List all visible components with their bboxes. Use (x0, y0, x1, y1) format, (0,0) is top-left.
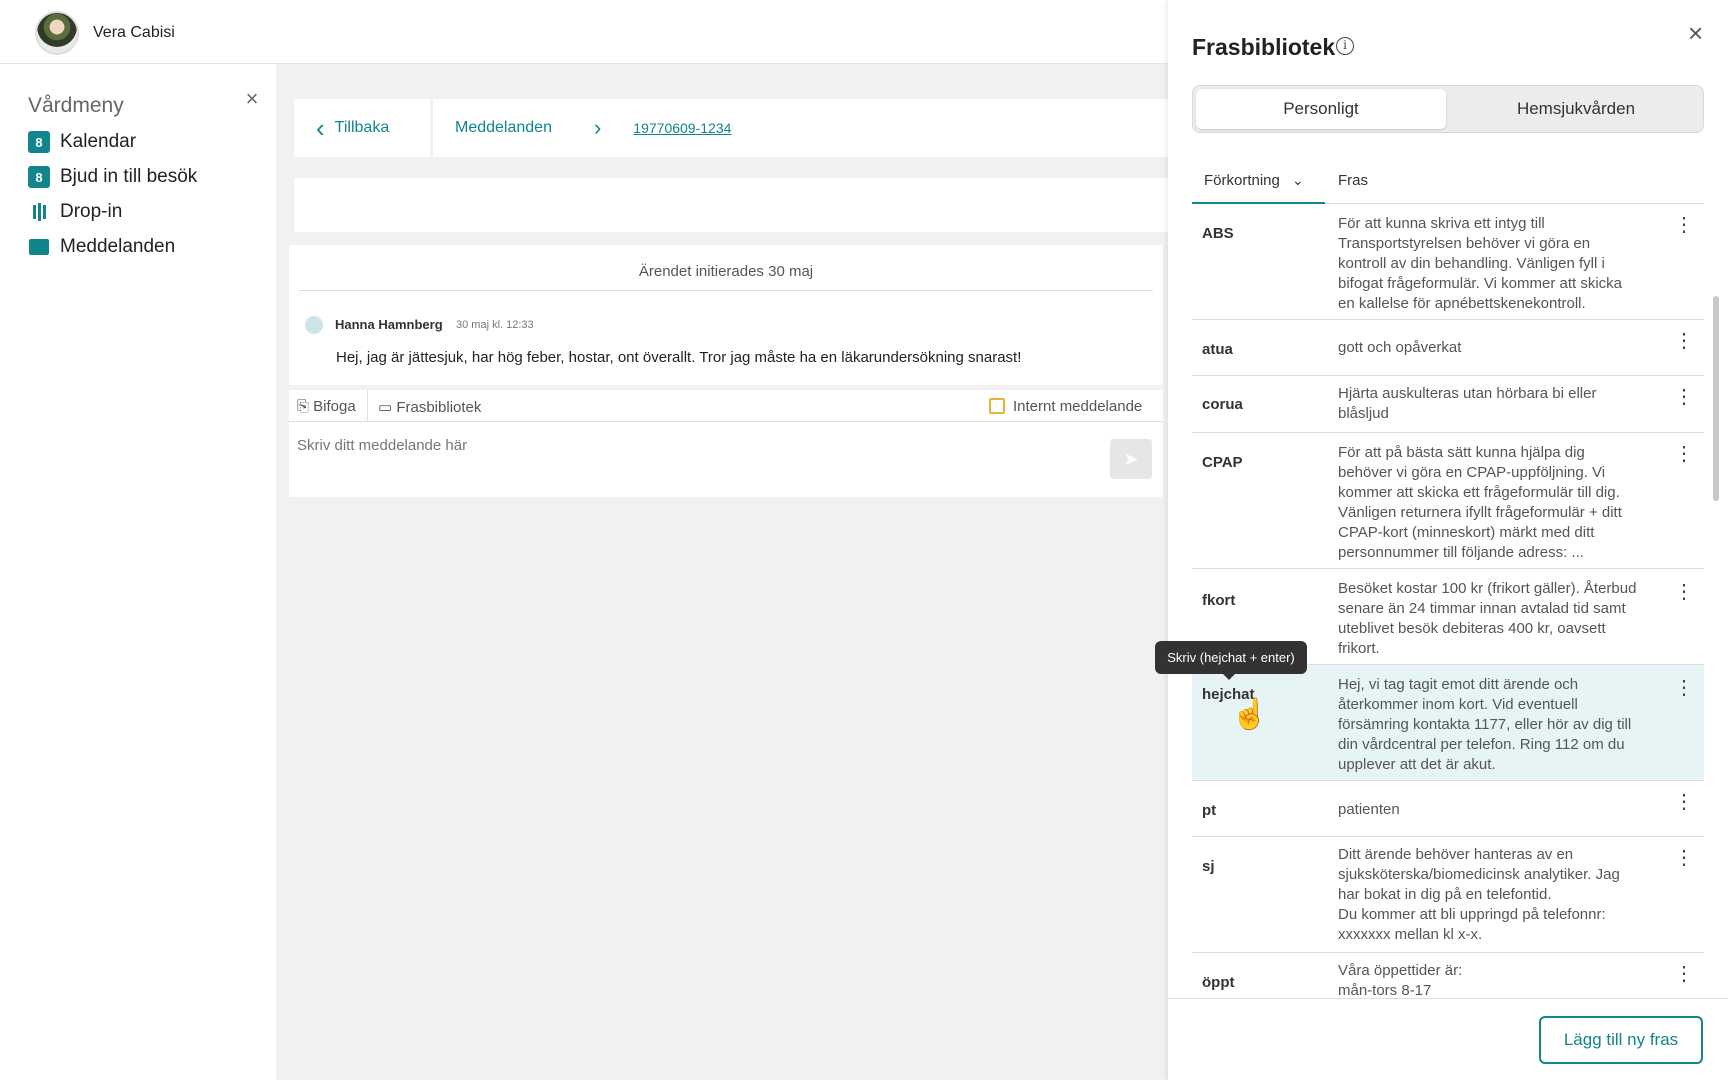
more-icon[interactable]: ⋮ (1674, 792, 1694, 812)
sidebar-item-label: Drop-in (60, 201, 123, 222)
close-icon[interactable]: × (1688, 18, 1703, 49)
chevron-right-icon: › (593, 115, 602, 140)
row-phrase: Besöket kostar 100 kr (frikort gäller). … (1338, 580, 1637, 657)
phrase-library-panel: Frasbibliotek i × Personligt Hemsjukvård… (1168, 0, 1728, 1080)
more-icon[interactable]: ⋮ (1674, 964, 1694, 984)
table-row[interactable]: öppt Våra öppettider är: mån-tors 8-17 ⋮ (1192, 953, 1704, 998)
calendar-invite-icon: 8 (28, 166, 50, 188)
column-header-abbr-label: Förkortning (1204, 172, 1280, 189)
row-abbr: sj (1202, 858, 1215, 875)
row-phrase: patienten (1338, 801, 1400, 818)
sidebar-close-icon[interactable]: × (240, 88, 264, 120)
sidebar: Vårdmeny × 8 Kalendar 8 Bjud in till bes… (0, 64, 276, 1080)
breadcrumb-current[interactable]: 19770609-1234 (633, 120, 731, 136)
row-phrase: Hjärta auskulteras utan hörbara bi eller… (1338, 385, 1597, 422)
more-icon[interactable]: ⋮ (1674, 387, 1694, 407)
breadcrumb-path: Meddelanden › 19770609-1234 (433, 99, 1173, 157)
row-abbr: atua (1202, 341, 1233, 358)
table-row[interactable]: atua gott och opåverkat ⋮ (1192, 320, 1704, 376)
message-time: 30 maj kl. 12:33 (456, 319, 534, 331)
row-phrase: Våra öppettider är: mån-tors 8-17 (1338, 962, 1463, 998)
row-phrase: Hej, vi tag tagit emot ditt ärende och å… (1338, 676, 1632, 773)
row-abbr: ABS (1202, 225, 1234, 242)
internal-message-label[interactable]: Internt meddelande (1013, 398, 1142, 415)
chevron-down-icon: ⌄ (1292, 172, 1304, 188)
more-icon[interactable]: ⋮ (1674, 215, 1694, 235)
table-row-highlighted[interactable]: hejchat Hej, vi tag tagit emot ditt ären… (1192, 665, 1704, 781)
sidebar-title: Vårdmeny (28, 94, 124, 117)
table-row[interactable]: corua Hjärta auskulteras utan hörbara bi… (1192, 376, 1704, 433)
row-abbr: pt (1202, 802, 1217, 819)
panel-footer: Lägg till ny fras (1168, 998, 1728, 1080)
back-label: Tillbaka (334, 119, 390, 136)
row-abbr: fkort (1202, 592, 1236, 609)
send-icon: ➤ (1123, 448, 1139, 469)
tooltip: Skriv (hejchat + enter) (1155, 641, 1307, 680)
library-tabs: Personligt Hemsjukvården (1192, 85, 1704, 133)
internal-message-checkbox[interactable] (989, 398, 1005, 414)
send-button[interactable]: ➤ (1110, 439, 1152, 479)
sidebar-item-drop-in[interactable]: Drop-in (28, 197, 122, 227)
panel-title: Frasbibliotek (1192, 34, 1336, 60)
message-icon (28, 236, 50, 258)
sidebar-item-bjud-in[interactable]: 8 Bjud in till besök (28, 162, 197, 192)
table-row[interactable]: sj Ditt ärende behöver hanteras av en sj… (1192, 837, 1704, 953)
info-icon[interactable]: i (1336, 37, 1354, 55)
avatar[interactable] (35, 11, 79, 55)
divider (299, 290, 1153, 291)
attach-button[interactable]: ⎘ Bifoga (297, 398, 356, 415)
more-icon[interactable]: ⋮ (1674, 444, 1694, 464)
hand-cursor-icon: ☝ (1231, 698, 1269, 731)
sidebar-item-label: Meddelanden (60, 236, 176, 257)
table-row[interactable]: CPAP För att på bästa sätt kunna hjälpa … (1192, 433, 1704, 569)
row-abbr: corua (1202, 396, 1243, 413)
user-name: Vera Cabisi (93, 24, 175, 41)
message-text: Hej, jag är jättesjuk, har hög feber, ho… (336, 349, 1022, 366)
sidebar-item-label: Kalendar (60, 131, 137, 152)
column-header-abbr[interactable]: Förkortning ⌄ (1204, 172, 1304, 189)
author-avatar (305, 316, 323, 334)
tab-hemsjukvarden[interactable]: Hemsjukvården (1451, 89, 1701, 129)
message-composer: ⎘ Bifoga ▭ Frasbibliotek Internt meddela… (289, 390, 1163, 497)
scrollbar[interactable] (1713, 296, 1719, 501)
column-header-phrase[interactable]: Fras (1338, 172, 1368, 189)
message-author: Hanna Hamnberg (335, 317, 443, 332)
row-abbr: öppt (1202, 974, 1235, 991)
more-icon[interactable]: ⋮ (1674, 678, 1694, 698)
more-icon[interactable]: ⋮ (1674, 848, 1694, 868)
tab-personligt[interactable]: Personligt (1196, 89, 1446, 129)
composer-toolbar: ⎘ Bifoga ▭ Frasbibliotek Internt meddela… (289, 390, 1163, 422)
message-input[interactable] (297, 437, 997, 454)
row-phrase: För att kunna skriva ett intyg till Tran… (1338, 215, 1623, 312)
table-row[interactable]: pt patienten ⋮ (1192, 781, 1704, 837)
row-phrase: gott och opåverkat (1338, 339, 1462, 356)
phrase-library-button[interactable]: ▭ Frasbibliotek (378, 398, 481, 416)
chevron-left-icon: ‹ (316, 113, 325, 143)
table-row[interactable]: ABS För att kunna skriva ett intyg till … (1192, 204, 1704, 320)
info-bar (294, 178, 1168, 232)
calendar-icon: 8 (28, 131, 50, 153)
add-phrase-button[interactable]: Lägg till ny fras (1539, 1016, 1703, 1064)
phrase-table: ABS För att kunna skriva ett intyg till … (1192, 204, 1704, 998)
more-icon[interactable]: ⋮ (1674, 582, 1694, 602)
back-button[interactable]: ‹ Tillbaka (294, 99, 430, 157)
sidebar-item-kalendar[interactable]: 8 Kalendar (28, 127, 136, 157)
conversation: Ärendet initierades 30 maj Hanna Hamnber… (289, 245, 1163, 385)
sidebar-item-label: Bjud in till besök (60, 166, 198, 187)
queue-icon (28, 201, 50, 223)
sidebar-item-meddelanden[interactable]: Meddelanden (28, 232, 175, 262)
more-icon[interactable]: ⋮ (1674, 331, 1694, 351)
row-phrase: För att på bästa sätt kunna hjälpa dig b… (1338, 444, 1622, 561)
conversation-initiated: Ärendet initierades 30 maj (638, 263, 814, 280)
row-abbr: CPAP (1202, 454, 1243, 471)
breadcrumb-section[interactable]: Meddelanden (455, 119, 552, 137)
breadcrumb: ‹ Tillbaka Meddelanden › 19770609-1234 (294, 99, 1173, 157)
divider (367, 390, 368, 422)
row-phrase: Ditt ärende behöver hanteras av en sjuks… (1338, 846, 1620, 943)
